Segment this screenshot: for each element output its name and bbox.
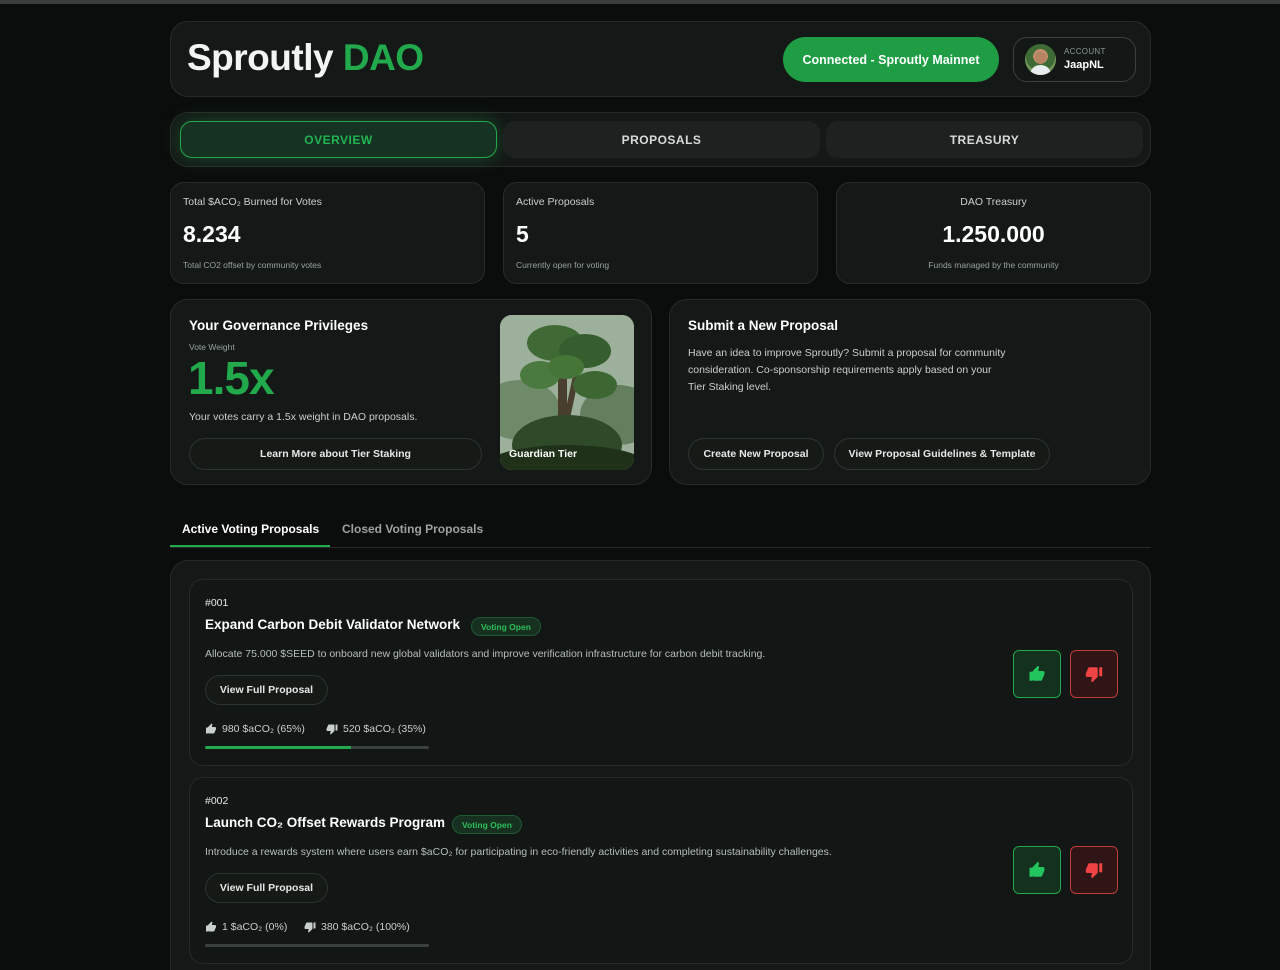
submit-title: Submit a New Proposal <box>688 318 839 333</box>
stat-card-active-proposals: Active Proposals 5 Currently open for vo… <box>503 182 818 284</box>
thumbs-down-icon <box>1085 863 1103 879</box>
learn-tier-staking-button[interactable]: Learn More about Tier Staking <box>189 438 482 470</box>
vote-yes-button[interactable] <box>1013 846 1061 894</box>
no-tally: 520 $aCO₂ (35%) <box>326 723 426 735</box>
proposal-number: #002 <box>205 795 229 807</box>
yes-tally-text: 980 $aCO₂ (65%) <box>222 723 305 735</box>
stat-value: 5 <box>516 221 529 247</box>
stat-label: DAO Treasury <box>960 196 1027 208</box>
stat-value: 1.250.000 <box>942 221 1045 247</box>
stat-card-treasury: DAO Treasury 1.250.000 Funds managed by … <box>836 182 1151 284</box>
proposal-card: #002 Launch CO₂ Offset Rewards Program V… <box>189 777 1133 964</box>
avatar <box>1025 44 1056 75</box>
thumbs-down-icon <box>326 724 338 735</box>
proposal-list: #001 Expand Carbon Debit Validator Netwo… <box>170 560 1151 970</box>
proposal-description: Allocate 75.000 $SEED to onboard new glo… <box>205 648 766 660</box>
proposal-card: #001 Expand Carbon Debit Validator Netwo… <box>189 579 1133 766</box>
vote-weight-description: Your votes carry a 1.5x weight in DAO pr… <box>189 411 418 423</box>
tab-closed-proposals[interactable]: Closed Voting Proposals <box>342 522 483 536</box>
tier-image-card: Guardian Tier <box>500 315 634 470</box>
tree-image <box>500 315 634 470</box>
vote-no-button[interactable] <box>1070 846 1118 894</box>
proposal-number: #001 <box>205 597 229 609</box>
vote-progress-bar <box>205 746 429 749</box>
proposal-description: Introduce a rewards system where users e… <box>205 846 832 858</box>
active-tab-indicator <box>170 545 330 547</box>
thumbs-up-icon <box>1029 861 1045 877</box>
tab-overview[interactable]: OVERVIEW <box>180 121 497 158</box>
wallet-connected-button[interactable]: Connected - Sproutly Mainnet <box>783 37 999 82</box>
vote-progress-bar <box>205 944 429 947</box>
stat-value: 8.234 <box>183 221 241 247</box>
stat-subtext: Currently open for voting <box>516 260 610 270</box>
app-header: Sproutly DAO Connected - Sproutly Mainne… <box>170 21 1151 97</box>
status-badge: Voting Open <box>452 815 522 834</box>
view-guidelines-button[interactable]: View Proposal Guidelines & Template <box>834 438 1050 470</box>
yes-tally: 980 $aCO₂ (65%) <box>205 723 305 735</box>
brand-name: Sproutly <box>187 37 334 78</box>
proposal-title: Launch CO₂ Offset Rewards Program <box>205 815 446 830</box>
submit-description: Have an idea to improve Sproutly? Submit… <box>688 347 1006 393</box>
thumbs-up-icon <box>206 723 216 734</box>
account-label: ACCOUNT <box>1064 47 1106 56</box>
submit-proposal-card: Submit a New Proposal Have an idea to im… <box>669 299 1151 485</box>
vote-yes-button[interactable] <box>1013 650 1061 698</box>
tabs-divider <box>170 547 1151 548</box>
thumbs-down-icon <box>1085 667 1103 683</box>
view-proposal-button[interactable]: View Full Proposal <box>205 675 328 705</box>
stat-card-burned: Total $ACO₂ Burned for Votes 8.234 Total… <box>170 182 485 284</box>
create-proposal-button[interactable]: Create New Proposal <box>688 438 824 470</box>
thumbs-up-icon <box>1029 665 1045 681</box>
vote-no-button[interactable] <box>1070 650 1118 698</box>
no-tally: 380 $aCO₂ (100%) <box>304 921 410 933</box>
status-badge: Voting Open <box>471 617 541 636</box>
tab-active-proposals[interactable]: Active Voting Proposals <box>182 522 319 536</box>
account-name: JaapNL <box>1064 59 1104 71</box>
yes-tally-text: 1 $aCO₂ (0%) <box>222 921 288 933</box>
tab-proposals[interactable]: PROPOSALS <box>503 121 820 158</box>
brand-accent: DAO <box>342 37 424 78</box>
vote-weight-value: 1.5x <box>188 352 275 404</box>
governance-privileges-card: Your Governance Privileges Vote Weight 1… <box>170 299 652 485</box>
vote-progress-fill <box>205 746 351 749</box>
no-tally-text: 520 $aCO₂ (35%) <box>343 723 426 735</box>
stat-label: Active Proposals <box>516 196 595 208</box>
stat-subtext: Funds managed by the community <box>928 260 1059 270</box>
thumbs-down-icon <box>304 922 316 933</box>
view-proposal-button[interactable]: View Full Proposal <box>205 873 328 903</box>
account-menu[interactable]: ACCOUNT JaapNL <box>1013 37 1136 82</box>
governance-title: Your Governance Privileges <box>189 318 369 333</box>
proposal-title: Expand Carbon Debit Validator Network <box>205 617 461 632</box>
tab-treasury[interactable]: TREASURY <box>826 121 1143 158</box>
brand-logo[interactable]: Sproutly DAO <box>187 37 424 79</box>
stat-subtext: Total CO2 offset by community votes <box>183 260 322 270</box>
main-tabs: OVERVIEW PROPOSALS TREASURY <box>170 112 1151 167</box>
stat-label: Total $ACO₂ Burned for Votes <box>183 196 322 208</box>
thumbs-up-icon <box>206 921 216 932</box>
no-tally-text: 380 $aCO₂ (100%) <box>321 921 410 933</box>
yes-tally: 1 $aCO₂ (0%) <box>205 921 287 933</box>
tier-label: Guardian Tier <box>509 448 578 460</box>
window-top-bar <box>0 0 1280 4</box>
